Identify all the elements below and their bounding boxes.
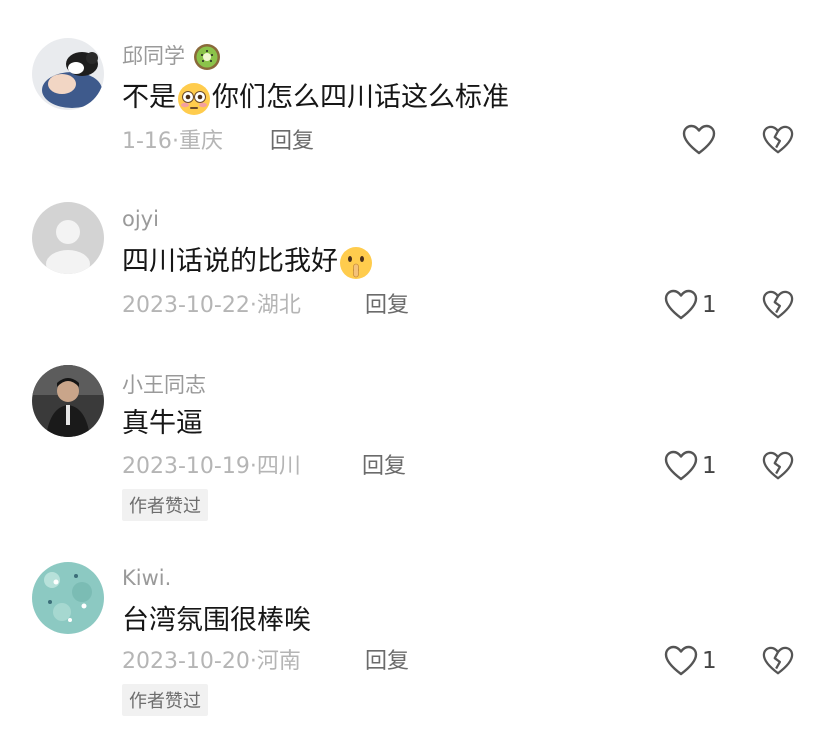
reply-button[interactable]: 回复 xyxy=(362,453,406,481)
username[interactable]: ojyi xyxy=(122,207,159,231)
like-button[interactable]: 1 xyxy=(664,645,717,677)
broken-heart-icon xyxy=(762,451,794,480)
comment-meta: 2023-10-22·湖北 xyxy=(122,293,301,318)
avatar[interactable] xyxy=(32,38,104,110)
comment-text: 真牛逼 xyxy=(122,408,203,439)
avatar[interactable] xyxy=(32,365,104,437)
comment-meta: 2023-10-19·四川 xyxy=(122,454,301,479)
dislike-button[interactable] xyxy=(762,289,794,321)
broken-heart-icon xyxy=(762,125,794,154)
dislike-button[interactable] xyxy=(762,645,794,677)
reply-button[interactable]: 回复 xyxy=(270,128,314,156)
author-liked-badge: 作者赞过 xyxy=(122,684,208,716)
dislike-button[interactable] xyxy=(762,124,794,156)
like-button[interactable]: 1 xyxy=(664,289,717,321)
avatar-image xyxy=(32,38,104,110)
avatar-image xyxy=(32,562,104,634)
heart-outline-icon xyxy=(664,645,698,676)
default-avatar-icon xyxy=(32,202,104,274)
broken-heart-icon xyxy=(762,290,794,319)
like-button[interactable]: 1 xyxy=(664,450,717,482)
comment-text: 四川话说的比我好 xyxy=(122,244,374,281)
like-count: 1 xyxy=(702,453,717,479)
dislike-button[interactable] xyxy=(762,450,794,482)
comment-date: 2023-10-22 xyxy=(122,293,250,318)
comment-location: 四川 xyxy=(256,454,301,479)
heart-outline-icon xyxy=(682,124,716,155)
kiwi-emoji-icon xyxy=(193,44,220,70)
avatar[interactable] xyxy=(32,202,104,274)
shushing-face-emoji-icon xyxy=(340,246,372,279)
like-count: 1 xyxy=(702,292,717,318)
author-liked-badge: 作者赞过 xyxy=(122,489,208,521)
comment-text: 不是 你们怎么四川话这么标准 xyxy=(122,80,509,117)
comment-date: 2023-10-19 xyxy=(122,454,250,479)
comment-location: 重庆 xyxy=(178,129,223,154)
avatar[interactable] xyxy=(32,562,104,634)
flushed-face-emoji-icon xyxy=(178,82,210,115)
username[interactable]: Kiwi. xyxy=(122,566,171,590)
like-button[interactable] xyxy=(682,124,720,156)
comment-location: 湖北 xyxy=(256,293,301,318)
username[interactable]: 邱同学 xyxy=(122,40,222,72)
comment-meta: 2023-10-20·河南 xyxy=(122,649,301,674)
reply-button[interactable]: 回复 xyxy=(365,292,409,320)
comment-text: 台湾氛围很棒唉 xyxy=(122,605,311,636)
heart-outline-icon xyxy=(664,450,698,481)
comment-item: 邱同学 不是 你们怎么四川话这么标准 1-16·重庆 回复 xyxy=(0,0,828,190)
comment-location: 河南 xyxy=(256,649,301,674)
username[interactable]: 小王同志 xyxy=(122,369,206,399)
like-count: 1 xyxy=(702,648,717,674)
comment-date: 2023-10-20 xyxy=(122,649,250,674)
comment-meta: 1-16·重庆 xyxy=(122,129,223,154)
comment-date: 1-16 xyxy=(122,129,172,154)
heart-outline-icon xyxy=(664,289,698,320)
broken-heart-icon xyxy=(762,646,794,675)
reply-button[interactable]: 回复 xyxy=(365,648,409,676)
avatar-image xyxy=(32,365,104,437)
